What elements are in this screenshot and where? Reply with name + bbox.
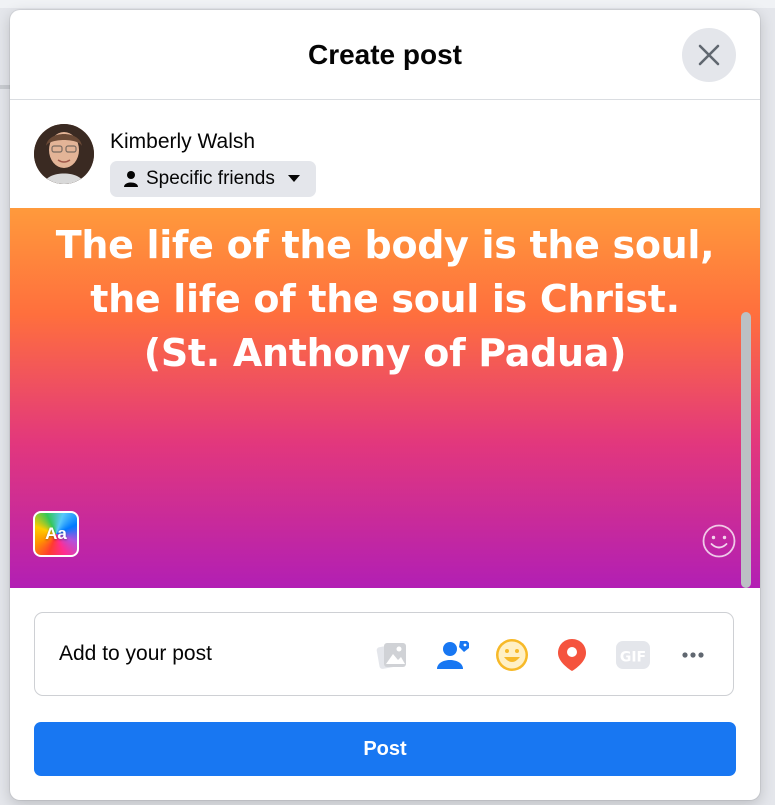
gif-icon: GIF <box>616 641 650 669</box>
avatar-image <box>34 124 94 184</box>
gif-button[interactable]: GIF <box>615 637 651 673</box>
audience-label: Specific friends <box>146 168 275 189</box>
background-picker-button[interactable]: Aa <box>33 511 79 557</box>
photo-video-button[interactable] <box>374 637 410 673</box>
more-icon <box>682 652 704 658</box>
dialog-header: Create post <box>10 10 760 100</box>
person-icon <box>124 171 138 187</box>
close-button[interactable] <box>682 28 736 82</box>
check-in-button[interactable] <box>554 637 590 673</box>
post-text[interactable]: The life of the body is the soul, the li… <box>30 218 740 380</box>
tag-people-icon <box>437 641 469 669</box>
smiley-icon <box>702 524 736 558</box>
feeling-activity-button[interactable] <box>494 637 530 673</box>
svg-text:GIF: GIF <box>620 650 646 666</box>
background-top-bar <box>0 0 775 8</box>
post-text-line: The life of the body is the soul, <box>55 223 715 267</box>
post-background-canvas[interactable]: The life of the body is the soul, the li… <box>10 208 760 588</box>
more-options-button[interactable] <box>675 637 711 673</box>
create-post-dialog: Create post Kimberly Walsh Specific frie… <box>10 10 760 800</box>
background-divider <box>0 85 10 89</box>
audience-selector[interactable]: Specific friends <box>110 161 316 197</box>
caret-down-icon <box>288 175 300 182</box>
dialog-title: Create post <box>307 39 463 70</box>
close-icon <box>698 44 720 66</box>
post-text-line: (St. Anthony of Padua) <box>143 331 627 375</box>
photo-video-icon <box>376 643 406 669</box>
post-button[interactable]: Post <box>34 722 736 776</box>
background-picker-label: Aa <box>45 524 67 543</box>
add-to-post-bar: Add to your post GIF <box>34 612 734 696</box>
add-to-post-label: Add to your post <box>59 642 212 665</box>
location-icon <box>558 639 586 671</box>
avatar[interactable] <box>34 124 94 184</box>
tag-people-button[interactable] <box>435 637 471 673</box>
feeling-icon <box>496 639 528 671</box>
author-name[interactable]: Kimberly Walsh <box>110 130 255 154</box>
author-section: Kimberly Walsh Specific friends <box>10 100 760 208</box>
post-text-line: the life of the soul is Christ. <box>90 277 680 321</box>
post-button-label: Post <box>363 738 407 760</box>
scrollbar[interactable] <box>741 312 751 588</box>
emoji-button[interactable] <box>700 522 738 565</box>
